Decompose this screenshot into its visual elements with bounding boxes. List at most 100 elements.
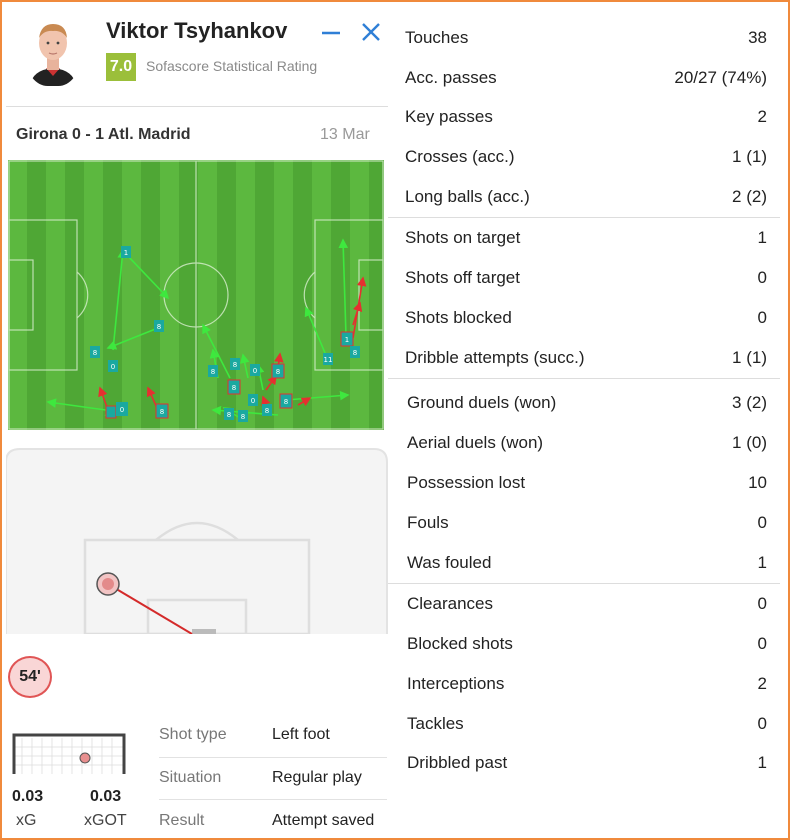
stat-value: 2: [757, 674, 767, 693]
match-date: 13 Mar: [320, 126, 370, 143]
stat-label: Acc. passes: [405, 68, 497, 87]
stat-label: Dribbled past: [407, 753, 508, 772]
shot-minute-badge[interactable]: 54': [8, 656, 52, 698]
stat-label: Touches: [405, 28, 469, 47]
svg-text:8: 8: [211, 368, 215, 376]
stat-row-fouls: Fouls 0: [407, 513, 767, 537]
match-teams: Girona 0 - 1 Atl. Madrid: [16, 126, 191, 143]
svg-text:8: 8: [93, 349, 97, 357]
stats-group-divider: [388, 217, 780, 218]
shot-detail-key: Shot type: [159, 726, 227, 743]
stat-label: Dribble attempts (succ.): [405, 348, 585, 367]
rating-badge: 7.0: [106, 53, 136, 81]
svg-text:8: 8: [284, 398, 288, 406]
stat-value: 0: [757, 714, 767, 733]
shot-detail-divider: [159, 799, 387, 800]
stat-value: 1: [757, 553, 767, 572]
close-button[interactable]: [360, 21, 382, 43]
shot-map: [5, 448, 388, 636]
stat-row-touches: Touches 38: [405, 28, 767, 52]
stat-row-shots-blocked: Shots blocked 0: [405, 308, 767, 332]
minimize-button[interactable]: [320, 24, 342, 42]
stat-row-key-passes: Key passes 2: [405, 107, 767, 131]
stat-label: Crosses (acc.): [405, 147, 515, 166]
stat-value: 2 (2): [732, 187, 767, 206]
stats-group-divider: [388, 583, 780, 584]
stat-value: 0: [757, 308, 767, 327]
stat-row-possession-lost: Possession lost 10: [407, 473, 767, 497]
stat-label: Long balls (acc.): [405, 187, 530, 206]
stat-row-was-fouled: Was fouled 1: [407, 553, 767, 577]
stat-label: Aerial duels (won): [407, 433, 544, 452]
stat-value: 2: [757, 107, 767, 126]
minimize-icon: [322, 31, 340, 35]
svg-text:11: 11: [324, 356, 333, 364]
stat-label: Key passes: [405, 107, 493, 126]
stat-label: Ground duels (won): [407, 393, 557, 412]
player-stats-panel: Viktor Tsyhankov 7.0 Sofascore Statistic…: [0, 0, 790, 840]
stat-row-clearances: Clearances 0: [407, 594, 767, 618]
stat-row-acc-passes: Acc. passes 20/27 (74%): [405, 68, 767, 92]
shot-detail-value: Attempt saved: [272, 812, 375, 829]
xgot-value: 0.03: [90, 788, 122, 805]
xg-value: 0.03: [12, 788, 44, 805]
stat-label: Shots blocked: [405, 308, 512, 327]
svg-text:1: 1: [124, 249, 128, 257]
header-divider: [6, 106, 388, 107]
player-avatar: [26, 16, 80, 86]
svg-text:8: 8: [276, 368, 280, 376]
stat-label: Shots off target: [405, 268, 520, 287]
svg-text:8: 8: [265, 407, 269, 415]
stat-row-tackles: Tackles 0: [407, 714, 767, 738]
stats-group-divider: [388, 378, 780, 379]
stat-value: 0: [757, 513, 767, 532]
stat-row-blocked-shots: Blocked shots 0: [407, 634, 767, 658]
stat-label: Possession lost: [407, 473, 526, 492]
xg-label: xG: [16, 812, 37, 829]
shot-detail-value: Regular play: [272, 769, 362, 786]
stat-value: 1 (1): [732, 147, 767, 166]
shot-detail-value: Left foot: [272, 726, 330, 743]
pass-map-pitch: 1 8 8 0 0 8 8 8 0 8 8 0 8 8 8 8 11 1 8: [8, 160, 384, 430]
svg-text:1: 1: [345, 336, 349, 344]
stat-label: Shots on target: [405, 228, 521, 247]
stat-value: 20/27 (74%): [674, 68, 767, 87]
player-name: Viktor Tsyhankov: [106, 18, 288, 43]
stat-label: Interceptions: [407, 674, 505, 693]
stat-row-crosses: Crosses (acc.) 1 (1): [405, 147, 767, 171]
close-icon: [362, 23, 380, 41]
stat-row-long-balls: Long balls (acc.) 2 (2): [405, 187, 767, 211]
stat-row-dribble-attempts: Dribble attempts (succ.) 1 (1): [405, 348, 767, 372]
stat-row-dribbled-past: Dribbled past 1: [407, 753, 767, 777]
stat-row-aerial-duels: Aerial duels (won) 1 (0): [407, 433, 767, 457]
stat-value: 0: [757, 268, 767, 287]
stat-value: 1 (0): [732, 433, 767, 452]
shot-detail-divider: [159, 757, 387, 758]
stat-value: 1: [757, 228, 767, 247]
svg-text:8: 8: [227, 411, 231, 419]
stat-value: 38: [748, 28, 767, 47]
rating-label: Sofascore Statistical Rating: [146, 58, 318, 74]
stat-label: Was fouled: [407, 553, 492, 572]
svg-text:8: 8: [353, 349, 357, 357]
stat-row-shots-off-target: Shots off target 0: [405, 268, 767, 292]
stat-value: 1: [757, 753, 767, 772]
stat-label: Tackles: [407, 714, 464, 733]
stat-label: Fouls: [407, 513, 449, 532]
stat-row-shots-on-target: Shots on target 1: [405, 228, 767, 252]
svg-text:0: 0: [253, 367, 257, 375]
xgot-label: xGOT: [84, 812, 127, 829]
stat-value: 0: [757, 594, 767, 613]
goal-placement-diagram: [12, 732, 128, 774]
stat-value: 10: [748, 473, 767, 492]
svg-text:8: 8: [157, 323, 161, 331]
stat-value: 1 (1): [732, 348, 767, 367]
svg-text:8: 8: [233, 361, 237, 369]
shot-detail-key: Result: [159, 812, 205, 829]
stat-label: Clearances: [407, 594, 493, 613]
svg-text:0: 0: [251, 397, 255, 405]
svg-text:0: 0: [120, 406, 124, 414]
stat-row-interceptions: Interceptions 2: [407, 674, 767, 698]
stat-value: 0: [757, 634, 767, 653]
stat-value: 3 (2): [732, 393, 767, 412]
